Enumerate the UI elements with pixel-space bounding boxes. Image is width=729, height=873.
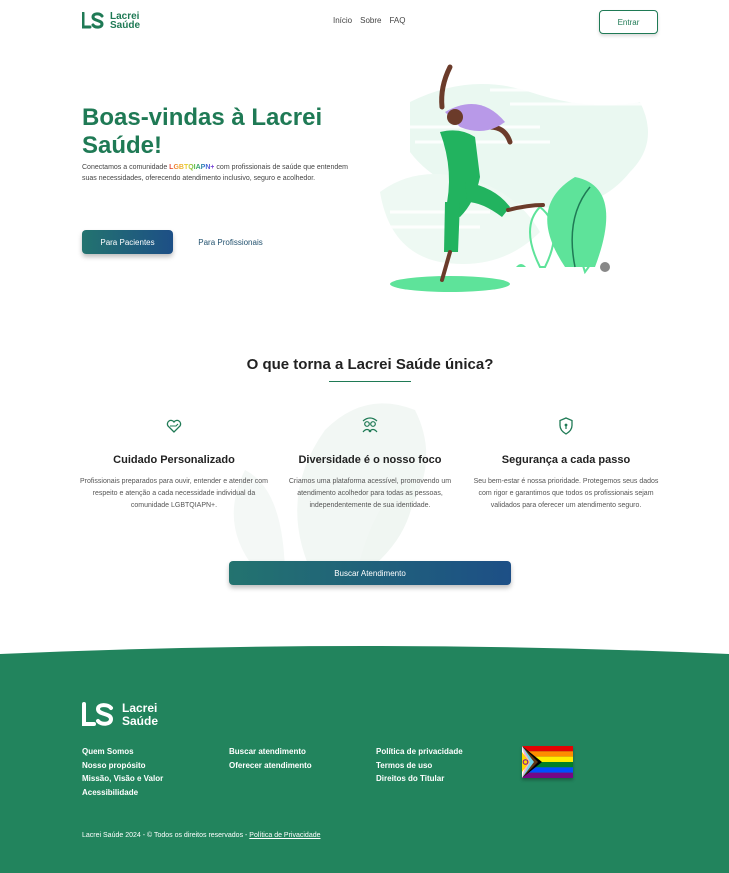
nav-faq[interactable]: FAQ bbox=[389, 16, 405, 25]
footer-link-quem-somos[interactable]: Quem Somos bbox=[82, 746, 163, 758]
site-footer: Lacrei Saúde Quem Somos Nosso propósito … bbox=[0, 646, 729, 873]
hero-title: Boas-vindas à Lacrei Saúde! bbox=[82, 104, 323, 159]
footer-logo[interactable]: Lacrei Saúde bbox=[82, 702, 158, 728]
feature-description: Seu bem-estar é nossa prioridade. Proteg… bbox=[473, 478, 659, 509]
footer-links-legal: Política de privacidade Termos de uso Di… bbox=[376, 746, 463, 785]
heart-hands-icon bbox=[166, 419, 182, 433]
logo-line2: Saúde bbox=[110, 20, 141, 31]
footer-logo-mark-icon bbox=[82, 702, 114, 726]
feature-description: Profissionais preparados para ouvir, ent… bbox=[80, 478, 268, 509]
dancing-woman-illustration bbox=[380, 64, 650, 292]
main-nav: Início Sobre FAQ bbox=[333, 16, 406, 25]
hero-desc-before: Conectamos a comunidade bbox=[82, 164, 170, 171]
footer-links-about: Quem Somos Nosso propósito Missão, Visão… bbox=[82, 746, 163, 798]
feature-title: Diversidade é o nosso foco bbox=[298, 454, 442, 466]
title-underline bbox=[329, 381, 411, 382]
footer-link-termos[interactable]: Termos de uso bbox=[376, 760, 463, 772]
copyright-text: Lacrei Saúde 2024 - © Todos os direitos … bbox=[82, 832, 250, 839]
footer-link-buscar[interactable]: Buscar atendimento bbox=[229, 746, 312, 758]
footer-logo-line2: Saúde bbox=[122, 714, 159, 728]
copyright: Lacrei Saúde 2024 - © Todos os direitos … bbox=[82, 832, 321, 839]
footer-links-services: Buscar atendimento Oferecer atendimento bbox=[229, 746, 312, 771]
footer-link-direitos[interactable]: Direitos do Titular bbox=[376, 773, 463, 785]
features-title: O que torna a Lacrei Saúde única? bbox=[246, 356, 494, 373]
lgbt-highlight: LGBTQIAPN+ bbox=[169, 164, 215, 171]
footer-link-acessibilidade[interactable]: Acessibilidade bbox=[82, 787, 163, 799]
hero-description: Conectamos a comunidade LGBTQIAPN+ com p… bbox=[82, 162, 352, 184]
login-button[interactable]: Entrar bbox=[599, 10, 658, 34]
search-care-button[interactable]: Buscar Atendimento bbox=[229, 561, 511, 585]
feature-title: Cuidado Personalizado bbox=[113, 454, 235, 466]
lacrei-logo[interactable]: Lacrei Saúde bbox=[82, 12, 141, 31]
feature-title: Segurança a cada passo bbox=[501, 454, 631, 466]
nav-inicio[interactable]: Início bbox=[333, 16, 352, 25]
footer-link-proposito[interactable]: Nosso propósito bbox=[82, 760, 163, 772]
footer-link-oferecer[interactable]: Oferecer atendimento bbox=[229, 760, 312, 772]
privacy-policy-link[interactable]: Política de Privacidade bbox=[249, 832, 320, 839]
patients-button[interactable]: Para Pacientes bbox=[82, 230, 173, 254]
progress-pride-flag-icon bbox=[522, 746, 573, 778]
people-icon bbox=[362, 417, 378, 433]
professionals-button[interactable]: Para Profissionais bbox=[188, 230, 273, 254]
nav-sobre[interactable]: Sobre bbox=[360, 16, 381, 25]
footer-link-privacidade[interactable]: Política de privacidade bbox=[376, 746, 463, 758]
shield-icon bbox=[559, 417, 573, 435]
feature-card: Cuidado Personalizado Profissionais prep… bbox=[79, 416, 269, 512]
footer-link-missao[interactable]: Missão, Visão e Valor bbox=[82, 773, 163, 785]
feature-card: Segurança a cada passo Seu bem-estar é n… bbox=[471, 416, 661, 512]
feature-card: Diversidade é o nosso foco Criamos uma p… bbox=[275, 416, 465, 512]
site-header: Lacrei Saúde Início Sobre FAQ Entrar bbox=[0, 0, 729, 48]
logo-mark-icon bbox=[82, 12, 104, 29]
feature-description: Criamos uma plataforma acessível, promov… bbox=[288, 478, 452, 509]
